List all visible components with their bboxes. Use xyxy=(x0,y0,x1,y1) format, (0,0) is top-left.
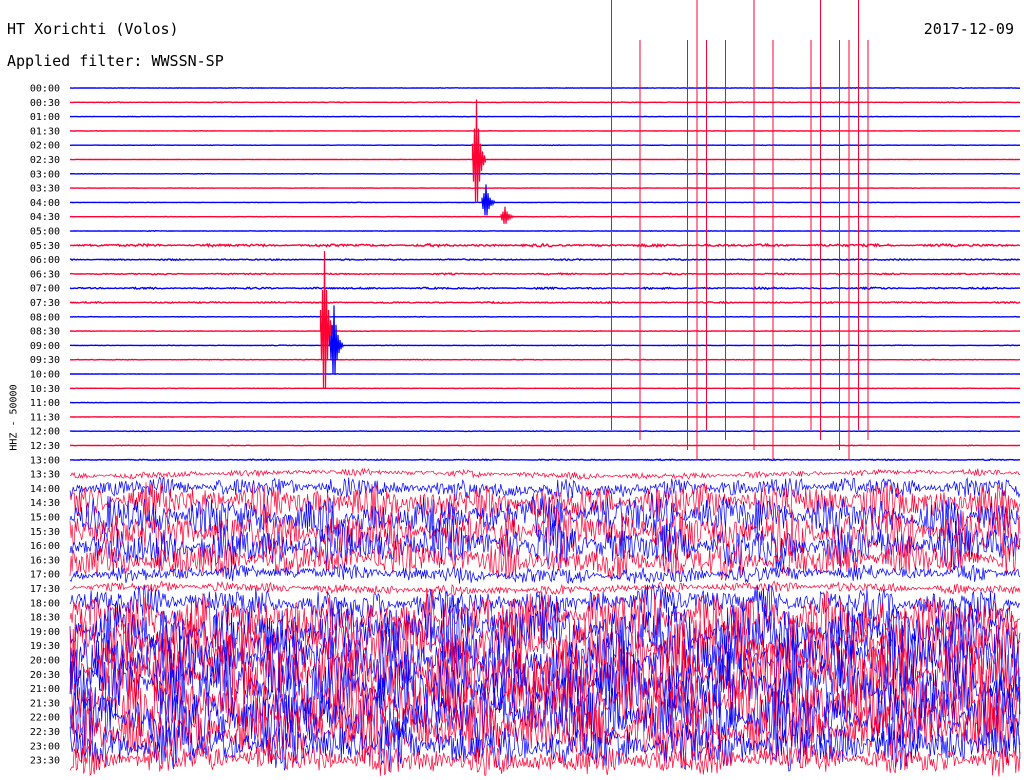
time-tick-label: 19:00 xyxy=(30,627,60,638)
time-tick-label: 06:30 xyxy=(30,269,60,280)
trace-line xyxy=(69,562,1021,585)
time-tick-label: 07:30 xyxy=(30,298,60,309)
trace-line xyxy=(69,743,1021,777)
time-tick-label: 18:30 xyxy=(30,613,60,624)
time-tick-label: 23:00 xyxy=(30,741,60,752)
time-tick-label: 08:30 xyxy=(30,327,60,338)
trace-line xyxy=(70,344,1020,347)
time-tick-label: 03:30 xyxy=(30,184,60,195)
trace-line xyxy=(70,358,1021,361)
tick-label-group: 00:00 00:30 01:00 01:30 02:00 02:30 03:00 03:30… xyxy=(30,84,60,767)
time-tick-label: 20:30 xyxy=(30,670,60,681)
time-tick-label: 04:30 xyxy=(30,212,60,223)
time-tick-label: 04:00 xyxy=(30,198,60,209)
trace-line xyxy=(69,286,1021,291)
trace-line xyxy=(69,580,1021,597)
time-tick-label: 02:00 xyxy=(30,141,60,152)
time-tick-label: 00:30 xyxy=(30,98,60,109)
seismic-event-mark xyxy=(319,251,335,389)
trace-line xyxy=(69,330,1021,333)
time-tick-label: 01:30 xyxy=(30,126,60,137)
time-tick-label: 02:30 xyxy=(30,155,60,166)
trace-line xyxy=(70,101,1021,104)
time-tick-label: 19:30 xyxy=(30,641,60,652)
time-tick-label: 13:30 xyxy=(30,470,60,481)
trace-line xyxy=(69,300,1021,305)
time-tick-label: 12:30 xyxy=(30,441,60,452)
time-tick-label: 10:00 xyxy=(30,370,60,381)
helicorder-plot: 00:00 00:30 01:00 01:30 02:00 02:30 03:00 03:30… xyxy=(30,0,1021,777)
seismic-event-mark xyxy=(500,206,515,224)
trace-line xyxy=(69,467,1021,480)
time-tick-label: 23:30 xyxy=(30,756,60,767)
trace-line xyxy=(69,315,1021,318)
trace-line xyxy=(69,444,1021,447)
time-tick-label: 13:00 xyxy=(30,455,60,466)
time-tick-label: 15:00 xyxy=(30,513,60,524)
time-tick-label: 07:00 xyxy=(30,284,60,295)
time-tick-label: 09:00 xyxy=(30,341,60,352)
time-tick-label: 10:30 xyxy=(30,384,60,395)
time-tick-label: 03:00 xyxy=(30,169,60,180)
trace-line xyxy=(69,458,1021,462)
time-tick-label: 05:00 xyxy=(30,227,60,238)
time-tick-label: 08:00 xyxy=(30,312,60,323)
trace-line xyxy=(69,229,1021,233)
seismic-event-mark xyxy=(481,184,496,216)
time-tick-label: 17:30 xyxy=(30,584,60,595)
trace-line xyxy=(69,242,1021,248)
time-tick-label: 05:30 xyxy=(30,241,60,252)
time-tick-label: 11:00 xyxy=(30,398,60,409)
time-tick-label: 06:00 xyxy=(30,255,60,266)
time-tick-label: 14:30 xyxy=(30,498,60,509)
time-tick-label: 11:30 xyxy=(30,412,60,423)
time-tick-label: 14:00 xyxy=(30,484,60,495)
time-tick-label: 20:00 xyxy=(30,656,60,667)
time-tick-label: 12:00 xyxy=(30,427,60,438)
trace-line xyxy=(69,257,1021,262)
time-tick-label: 09:30 xyxy=(30,355,60,366)
time-tick-label: 22:30 xyxy=(30,727,60,738)
time-tick-label: 16:30 xyxy=(30,555,60,566)
trace-line xyxy=(69,517,1021,570)
seismic-event-mark xyxy=(329,305,344,375)
time-tick-label: 18:00 xyxy=(30,598,60,609)
trace-line xyxy=(69,86,1020,90)
time-tick-label: 00:00 xyxy=(30,84,60,95)
time-tick-label: 16:00 xyxy=(30,541,60,552)
time-tick-label: 21:30 xyxy=(30,698,60,709)
time-tick-label: 21:00 xyxy=(30,684,60,695)
time-tick-label: 01:00 xyxy=(30,112,60,123)
trace-group xyxy=(69,0,1021,777)
trace-line xyxy=(70,430,1021,433)
time-tick-label: 15:30 xyxy=(30,527,60,538)
trace-line xyxy=(69,272,1021,276)
time-tick-label: 22:00 xyxy=(30,713,60,724)
seismic-event-mark xyxy=(471,99,487,203)
time-tick-label: 17:00 xyxy=(30,570,60,581)
